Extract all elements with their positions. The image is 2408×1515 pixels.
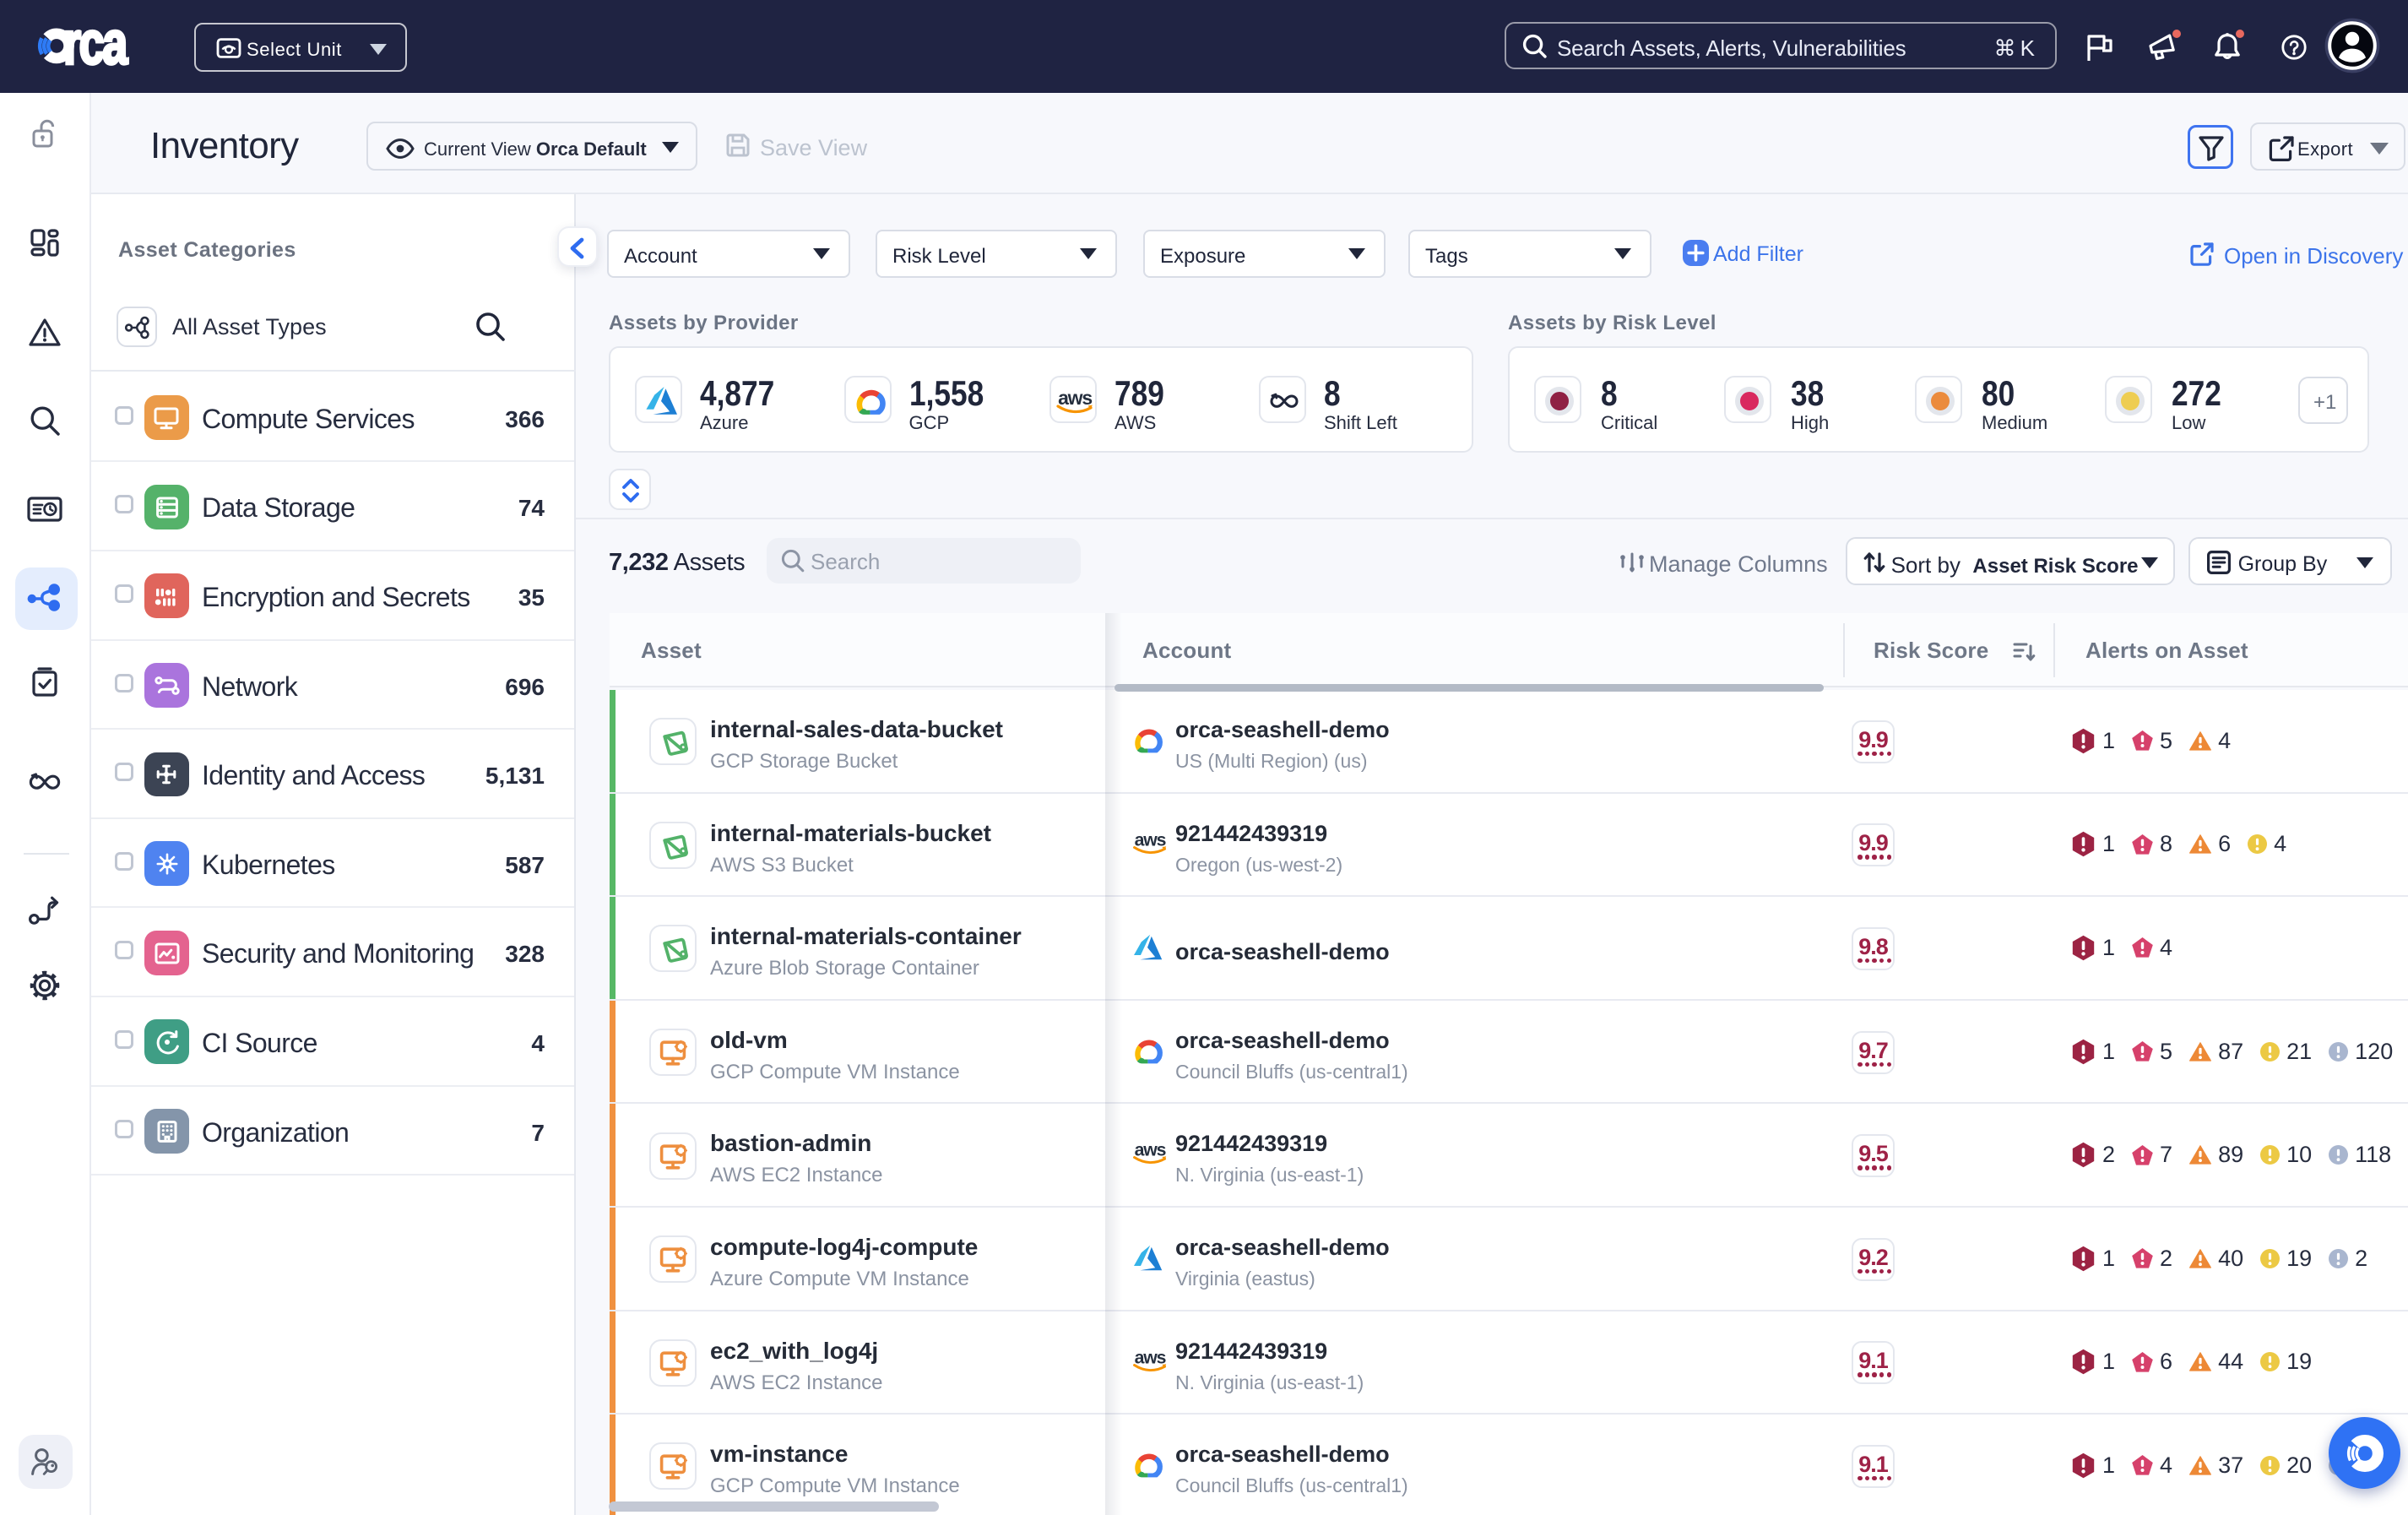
svg-text:aws: aws <box>1135 1348 1166 1367</box>
svg-text:aws: aws <box>1135 830 1166 850</box>
svg-text:aws: aws <box>1058 387 1092 409</box>
svg-text:rca: rca <box>63 20 128 77</box>
svg-text:aws: aws <box>1135 1141 1166 1160</box>
